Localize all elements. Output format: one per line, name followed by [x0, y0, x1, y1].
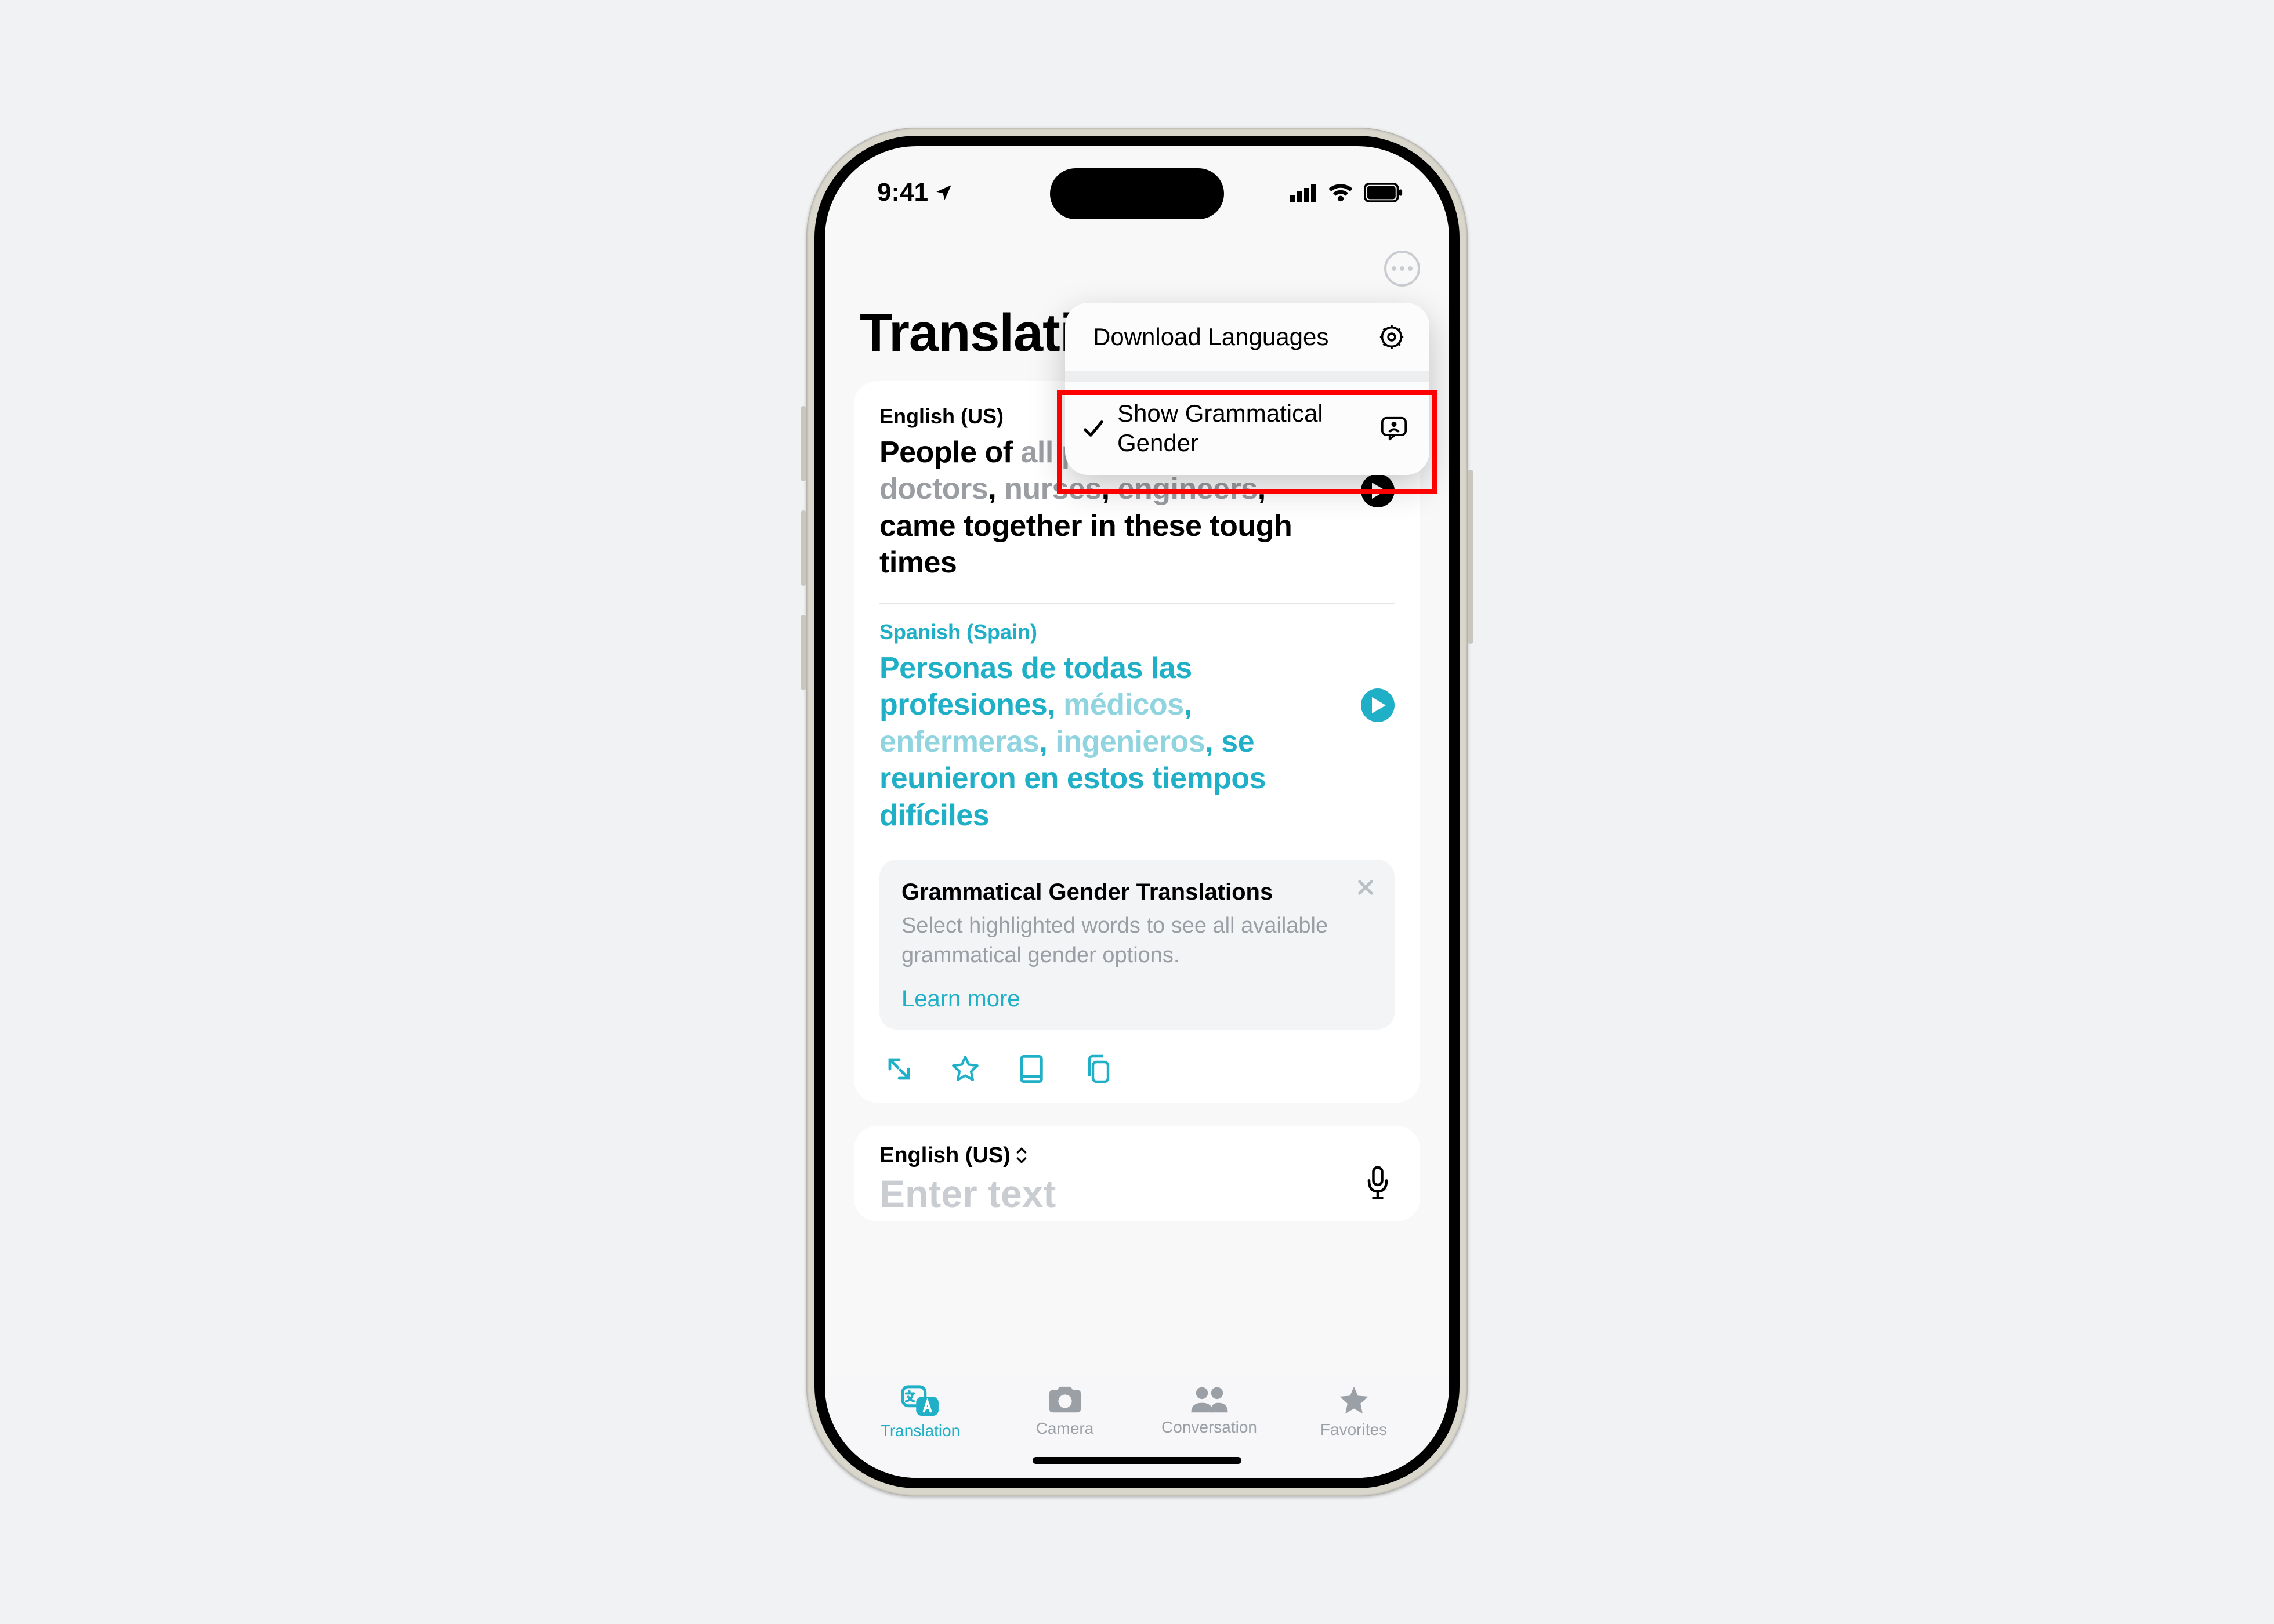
target-highlight-word[interactable]: médicos [1063, 688, 1183, 722]
phone-hardware-frame: 9:41 Translation English (US) [806, 128, 1468, 1496]
source-highlight-word[interactable]: doctors [879, 472, 988, 506]
learn-more-link[interactable]: Learn more [901, 986, 1373, 1012]
play-source-button[interactable] [1361, 474, 1395, 507]
tab-conversation[interactable]: Conversation [1152, 1384, 1268, 1437]
cellular-icon [1290, 183, 1318, 202]
copy-button[interactable] [1081, 1053, 1114, 1085]
source-highlight-word[interactable]: engineers [1118, 472, 1258, 506]
play-target-button[interactable] [1361, 688, 1395, 722]
options-dropdown: Download Languages Show Grammatical Gend… [1065, 303, 1429, 475]
target-highlight-word[interactable]: enfermeras [879, 725, 1039, 759]
card-divider [879, 603, 1395, 604]
card-action-row [879, 1053, 1395, 1085]
location-icon [934, 183, 954, 202]
translation-icon [900, 1384, 942, 1418]
camera-icon [1046, 1384, 1084, 1416]
microphone-button[interactable] [1364, 1165, 1391, 1205]
favorite-button[interactable] [949, 1053, 982, 1085]
download-languages-item[interactable]: Download Languages [1065, 303, 1429, 371]
tab-translation[interactable]: Translation [863, 1384, 979, 1440]
star-icon [1337, 1384, 1371, 1417]
target-language-label[interactable]: Spanish (Spain) [879, 620, 1395, 644]
target-text[interactable]: Personas de todas las profesiones, médic… [879, 650, 1395, 834]
text-input-placeholder: Enter text [879, 1172, 1395, 1216]
input-language-selector[interactable]: English (US) [879, 1143, 1395, 1168]
source-highlight-word[interactable]: nurses [1004, 472, 1102, 506]
person-bubble-icon [1379, 416, 1408, 441]
status-time: 9:41 [877, 178, 928, 207]
chevron-up-down-icon [1015, 1147, 1028, 1164]
dropdown-divider [1065, 371, 1429, 382]
show-grammatical-gender-toggle[interactable]: Show Grammatical Gender [1065, 382, 1429, 475]
translation-card: English (US) People of all professions, … [854, 381, 1420, 1103]
wifi-icon [1327, 183, 1354, 202]
info-panel-body: Select highlighted words to see all avai… [901, 911, 1373, 971]
checkmark-icon [1079, 418, 1107, 440]
conversation-icon [1187, 1384, 1232, 1415]
expand-button[interactable] [883, 1053, 915, 1085]
phone-bezel: 9:41 Translation English (US) [814, 136, 1460, 1488]
tab-camera[interactable]: Camera [1007, 1384, 1123, 1438]
text-input-card[interactable]: English (US) Enter text [854, 1126, 1420, 1221]
home-indicator[interactable] [1033, 1457, 1241, 1464]
dictionary-button[interactable] [1015, 1053, 1048, 1085]
grammatical-gender-info-panel: Grammatical Gender Translations Select h… [879, 860, 1395, 1030]
target-highlight-word[interactable]: ingenieros [1055, 725, 1205, 759]
screen: 9:41 Translation English (US) [825, 146, 1449, 1478]
battery-icon [1363, 183, 1404, 202]
close-info-button[interactable] [1354, 876, 1377, 899]
gear-icon [1377, 324, 1406, 350]
dynamic-island [1050, 168, 1224, 219]
more-options-button[interactable] [1384, 251, 1420, 287]
tab-favorites[interactable]: Favorites [1296, 1384, 1412, 1439]
info-panel-title: Grammatical Gender Translations [901, 879, 1373, 905]
